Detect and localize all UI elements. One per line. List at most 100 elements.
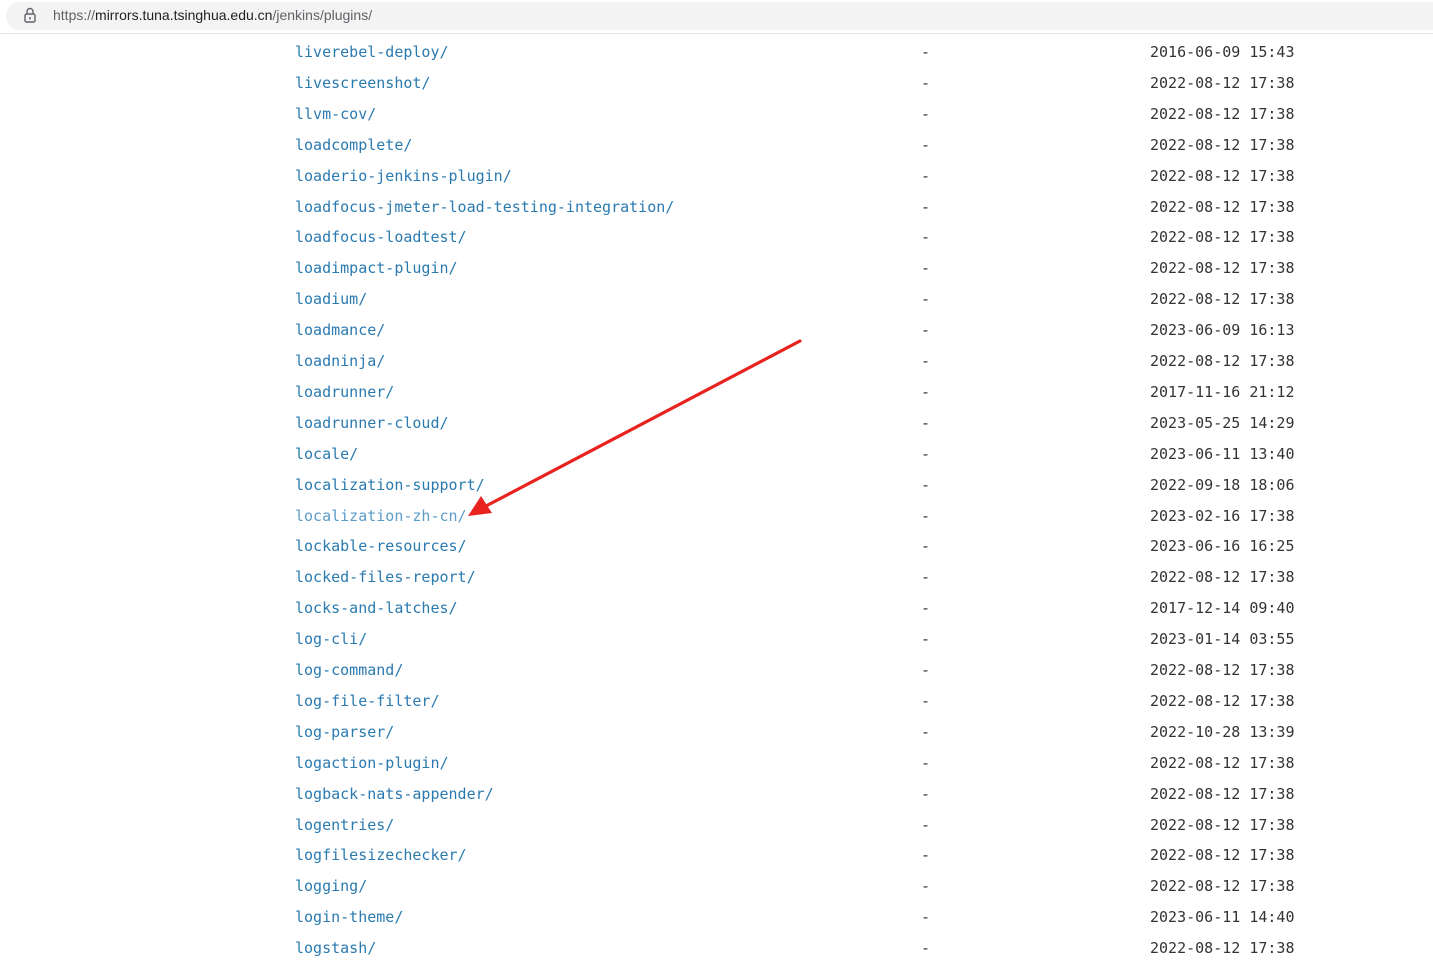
table-row: lockable-resources/ - 2023-06-16 16:25: [0, 531, 1433, 562]
date-cell: 2023-06-16 16:25: [1150, 537, 1295, 555]
table-row: log-parser/ - 2022-10-28 13:39: [0, 717, 1433, 748]
directory-link[interactable]: logfilesizechecker/: [295, 840, 467, 871]
directory-link[interactable]: loadninja/: [295, 346, 385, 377]
directory-link[interactable]: log-parser/: [295, 717, 394, 748]
directory-link[interactable]: logaction-plugin/: [295, 748, 449, 779]
table-row: loaderio-jenkins-plugin/ - 2022-08-12 17:3…: [0, 161, 1433, 192]
date-cell: 2023-06-11 14:40: [1150, 908, 1295, 926]
date-cell: 2022-08-12 17:38: [1150, 692, 1295, 710]
table-row: loadfocus-loadtest/ - 2022-08-12 17:38: [0, 222, 1433, 253]
date-cell: 2023-05-25 14:29: [1150, 414, 1295, 432]
size-cell: -: [921, 939, 931, 957]
size-cell: -: [921, 290, 931, 308]
directory-link[interactable]: loadium/: [295, 284, 367, 315]
size-cell: -: [921, 754, 931, 772]
size-cell: -: [921, 846, 931, 864]
directory-link[interactable]: loadmance/: [295, 315, 385, 346]
directory-link[interactable]: localization-support/: [295, 470, 485, 501]
date-cell: 2022-08-12 17:38: [1150, 754, 1295, 772]
directory-link[interactable]: locale/: [295, 439, 358, 470]
date-cell: 2022-08-12 17:38: [1150, 939, 1295, 957]
table-row: logback-nats-appender/ - 2022-08-12 17:38: [0, 779, 1433, 810]
directory-link[interactable]: loadrunner-cloud/: [295, 408, 449, 439]
date-cell: 2022-08-12 17:38: [1150, 846, 1295, 864]
size-cell: -: [921, 321, 931, 339]
table-row: loadimpact-plugin/ - 2022-08-12 17:38: [0, 253, 1433, 284]
directory-link[interactable]: logstash/: [295, 933, 376, 964]
table-row: loadium/ - 2022-08-12 17:38: [0, 284, 1433, 315]
date-cell: 2023-06-09 16:13: [1150, 321, 1295, 339]
table-row: log-command/ - 2022-08-12 17:38: [0, 655, 1433, 686]
directory-link[interactable]: logback-nats-appender/: [295, 779, 494, 810]
date-cell: 2023-06-11 13:40: [1150, 445, 1295, 463]
date-cell: 2022-08-12 17:38: [1150, 74, 1295, 92]
date-cell: 2022-08-12 17:38: [1150, 568, 1295, 586]
table-row: loadfocus-jmeter-load-testing-integratio…: [0, 192, 1433, 223]
date-cell: 2016-06-09 15:43: [1150, 43, 1295, 61]
table-row: liverebel-deploy/ - 2016-06-09 15:43: [0, 37, 1433, 68]
directory-link[interactable]: login-theme/: [295, 902, 403, 933]
directory-link[interactable]: loadimpact-plugin/: [295, 253, 458, 284]
directory-link[interactable]: localization-zh-cn/: [295, 501, 467, 532]
size-cell: -: [921, 259, 931, 277]
size-cell: -: [921, 507, 931, 525]
directory-link[interactable]: locked-files-report/: [295, 562, 476, 593]
date-cell: 2022-08-12 17:38: [1150, 167, 1295, 185]
table-row: logstash/ - 2022-08-12 17:38: [0, 933, 1433, 964]
date-cell: 2022-08-12 17:38: [1150, 198, 1295, 216]
size-cell: -: [921, 785, 931, 803]
directory-link[interactable]: loadfocus-jmeter-load-testing-integratio…: [295, 192, 674, 223]
date-cell: 2022-10-28 13:39: [1150, 723, 1295, 741]
table-row: loadrunner/ - 2017-11-16 21:12: [0, 377, 1433, 408]
date-cell: 2022-08-12 17:38: [1150, 290, 1295, 308]
lock-icon[interactable]: [23, 7, 37, 23]
table-row: locale/ - 2023-06-11 13:40: [0, 439, 1433, 470]
directory-link[interactable]: loadrunner/: [295, 377, 394, 408]
size-cell: -: [921, 414, 931, 432]
size-cell: -: [921, 445, 931, 463]
directory-link[interactable]: log-file-filter/: [295, 686, 440, 717]
directory-link[interactable]: loadfocus-loadtest/: [295, 222, 467, 253]
directory-link[interactable]: logging/: [295, 871, 367, 902]
date-cell: 2022-08-12 17:38: [1150, 816, 1295, 834]
size-cell: -: [921, 136, 931, 154]
table-row: loadrunner-cloud/ - 2023-05-25 14:29: [0, 408, 1433, 439]
size-cell: -: [921, 599, 931, 617]
table-row: localization-support/ - 2022-09-18 18:06: [0, 470, 1433, 501]
directory-link[interactable]: llvm-cov/: [295, 99, 376, 130]
url-text[interactable]: https://mirrors.tuna.tsinghua.edu.cn/jen…: [53, 7, 372, 23]
directory-link[interactable]: log-command/: [295, 655, 403, 686]
directory-link[interactable]: liverebel-deploy/: [295, 37, 449, 68]
directory-link[interactable]: locks-and-latches/: [295, 593, 458, 624]
size-cell: -: [921, 661, 931, 679]
size-cell: -: [921, 908, 931, 926]
table-row: logentries/ - 2022-08-12 17:38: [0, 810, 1433, 841]
directory-link[interactable]: lockable-resources/: [295, 531, 467, 562]
size-cell: -: [921, 816, 931, 834]
directory-link[interactable]: loadcomplete/: [295, 130, 412, 161]
url-path: /jenkins/plugins/: [272, 7, 373, 23]
size-cell: -: [921, 228, 931, 246]
table-row: logaction-plugin/ - 2022-08-12 17:38: [0, 748, 1433, 779]
table-row: llvm-cov/ - 2022-08-12 17:38: [0, 99, 1433, 130]
table-row: logfilesizechecker/ - 2022-08-12 17:38: [0, 840, 1433, 871]
size-cell: -: [921, 537, 931, 555]
date-cell: 2023-01-14 03:55: [1150, 630, 1295, 648]
date-cell: 2022-08-12 17:38: [1150, 105, 1295, 123]
table-row: locks-and-latches/ - 2017-12-14 09:40: [0, 593, 1433, 624]
directory-link[interactable]: loaderio-jenkins-plugin/: [295, 161, 512, 192]
directory-link[interactable]: livescreenshot/: [295, 68, 430, 99]
table-row: log-file-filter/ - 2022-08-12 17:38: [0, 686, 1433, 717]
size-cell: -: [921, 198, 931, 216]
size-cell: -: [921, 352, 931, 370]
table-row: logging/ - 2022-08-12 17:38: [0, 871, 1433, 902]
table-row: login-theme/ - 2023-06-11 14:40: [0, 902, 1433, 933]
size-cell: -: [921, 43, 931, 61]
date-cell: 2017-12-14 09:40: [1150, 599, 1295, 617]
url-host: mirrors.tuna.tsinghua.edu.cn: [95, 7, 273, 23]
directory-link[interactable]: logentries/: [295, 810, 394, 841]
directory-link[interactable]: log-cli/: [295, 624, 367, 655]
address-bar: https://mirrors.tuna.tsinghua.edu.cn/jen…: [0, 0, 1433, 34]
date-cell: 2022-08-12 17:38: [1150, 228, 1295, 246]
date-cell: 2022-08-12 17:38: [1150, 785, 1295, 803]
